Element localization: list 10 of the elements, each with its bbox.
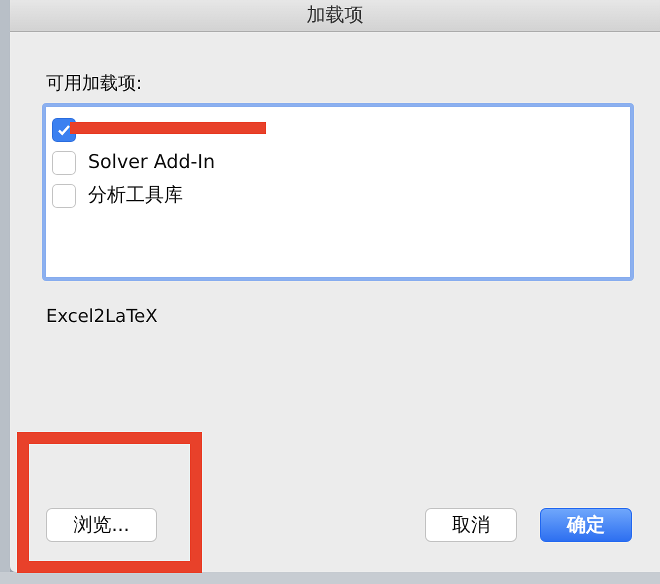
cancel-button[interactable]: 取消 [425, 508, 517, 542]
window-title: 加载项 [306, 3, 364, 28]
addin-name: 分析工具库 [88, 183, 183, 208]
addin-name: Solver Add-In [88, 150, 216, 176]
checkbox[interactable] [52, 184, 76, 208]
addin-description: Excel2LaTeX [46, 305, 159, 329]
list-label: 可用加载项: [46, 72, 144, 96]
browse-button[interactable]: 浏览... [46, 508, 157, 542]
checkmark-icon [57, 124, 71, 136]
checkbox[interactable] [52, 150, 76, 174]
